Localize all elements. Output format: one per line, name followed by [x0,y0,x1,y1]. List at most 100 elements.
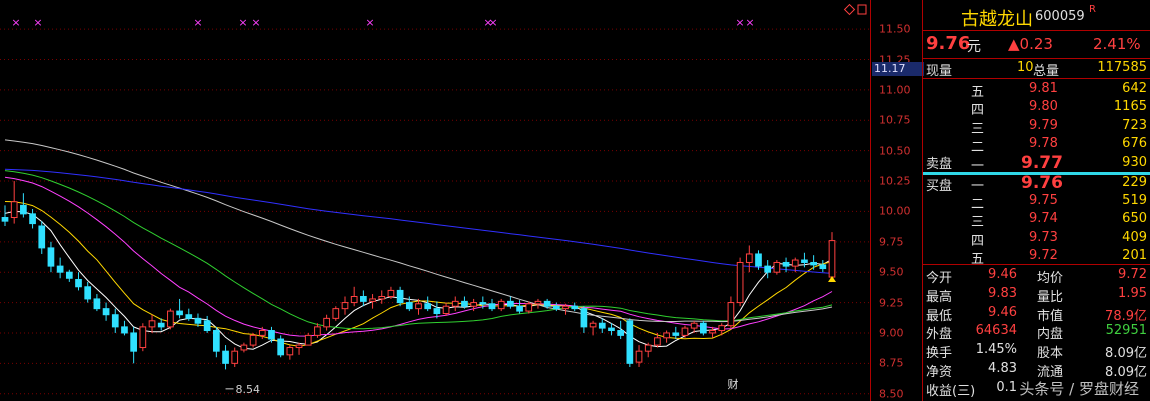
sell-row: 四 9.80 1165 [923,99,1150,119]
buy-level: 一 [971,179,985,194]
candle-body [791,259,799,267]
stock-code: 600059 [1035,9,1085,24]
quote-panel: 古越龙山 600059 R 9.76 元 ▲0.23 2.41% 现量 10 总… [922,0,1150,401]
candle-body [231,350,239,364]
y-tick-label: 8.50 [879,387,904,401]
candle-body [378,295,386,300]
candle-body [47,247,55,267]
candle-body [341,302,349,310]
candle-body [589,322,597,328]
candle-body [240,344,248,351]
candle-body [745,253,753,263]
candle-body [764,265,772,273]
candle-body [405,302,413,310]
price-axis: 11.50 11.25 11.00 10.75 10.50 10.25 10.00 9.75 9… [870,0,924,401]
stat-label: 最高 [926,289,953,305]
y-tick-label: 8.75 [879,356,904,370]
stat-value: 9.46 [988,304,1017,320]
candle-body [488,303,496,310]
buy-volume: 201 [1122,247,1147,263]
stock-name: 古越龙山 [961,9,1033,30]
buy-price: 9.76 [1021,173,1063,193]
y-tick-label: 11.00 [879,83,911,97]
low-annotation: 8.54 [236,383,260,396]
y-tick-label: 9.00 [879,326,904,340]
diamond-icon [843,3,856,16]
y-tick-label: 9.25 [879,296,904,310]
candle-body [222,350,229,364]
event-marker: × [365,16,374,29]
candle-body [1,217,9,222]
buy-level: 二 [971,197,985,213]
candle-body [442,305,450,315]
buy-volume: 519 [1122,193,1147,209]
stat-row: 最低 9.46 市值 78.9亿 [923,304,1150,324]
buy-level: 三 [971,215,985,231]
buy-row: 一 9.76 229 [923,173,1150,194]
sell-volume: 676 [1122,136,1147,152]
price-row: 9.76 元 ▲0.23 2.41% [923,33,1150,55]
stat-value: 8.09亿 [1105,346,1147,362]
candle-body [543,300,551,307]
watermark: 头条号 / 罗盘财经 [1019,380,1139,398]
candle-body [102,308,110,316]
stat-row: 换手 1.45% 股本 8.09亿 [923,342,1150,362]
stat-label: 收益(三) [926,383,976,399]
candle-body [323,317,330,328]
candle-body [249,334,257,346]
buy-volume: 650 [1122,211,1147,227]
rating-badge: R [1089,4,1096,15]
sell-level: 三 [971,121,985,137]
candle-body [552,305,560,310]
ma10-line [4,201,833,347]
buy-price: 9.74 [1029,211,1058,227]
sell-price: 9.78 [1029,136,1058,152]
stock-header[interactable]: 古越龙山 600059 R [923,0,1150,31]
square-icon [857,4,867,15]
candle-body [268,330,275,340]
stat-value: 0.1 [996,379,1017,395]
stat-row: 今开 9.46 均价 9.72 [923,267,1150,286]
candlestick-chart[interactable]: × × × × × × ×× × ×8.54 财 [0,0,870,401]
event-marker: × [488,16,497,29]
candle-body [507,300,514,307]
candle-body [20,204,27,215]
candle-body [286,347,294,356]
candle-body [516,305,523,312]
candle-body [350,295,358,304]
candle-body [29,213,36,225]
candle-body [93,298,101,310]
stat-value: 1.95 [1118,285,1147,301]
volume-row: 现量 10 总量 117585 [926,60,1147,79]
y-tick-label: 9.50 [879,265,904,279]
sell-label: 卖盘 [926,157,953,172]
event-marker: × [745,16,754,29]
candle-body [663,332,670,339]
stat-label: 内盘 [1037,327,1064,343]
stat-value: 52951 [1105,323,1147,339]
candle-body [167,310,174,328]
candle-body [38,225,46,249]
event-marker: × [11,16,20,29]
sell-row: 二 9.78 676 [923,136,1150,155]
buy-volume: 409 [1122,229,1147,245]
stat-value: 78.9亿 [1105,308,1147,324]
buy-level: 四 [971,233,985,249]
candle-body [424,303,432,310]
candle-body [617,330,625,336]
event-marker: × [238,16,247,29]
candle-body [727,302,735,327]
stat-value: 64634 [975,323,1017,339]
candle-body [672,332,680,336]
stat-label: 最低 [926,308,953,324]
sell-row: 五 9.81 642 [923,81,1150,100]
candle-body [304,334,312,346]
candle-body [497,300,505,310]
price-unit: 元 [967,39,981,55]
sell-price: 9.81 [1029,81,1058,96]
event-marker: × [735,16,744,29]
stat-row: 最高 9.83 量比 1.95 [923,285,1150,305]
sell-level: 四 [971,103,985,119]
candle-body [121,326,128,334]
candle-body [828,240,836,278]
